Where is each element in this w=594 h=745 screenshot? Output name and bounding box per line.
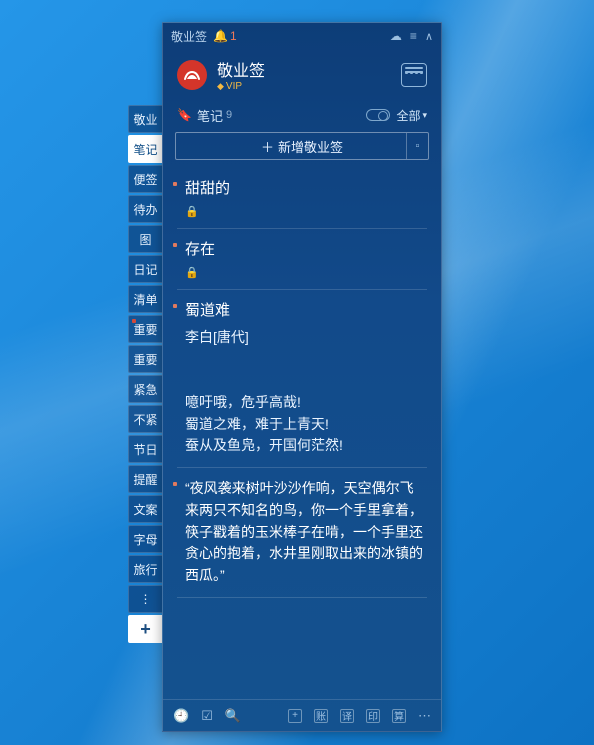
note-title: 甜甜的	[185, 178, 425, 199]
menu-icon[interactable]: ≡	[410, 29, 417, 43]
lock-icon: 🔒	[185, 266, 425, 279]
note-quote: “夜风袭来树叶沙沙作响，天空偶尔飞来两只不知名的鸟，你一个手里拿着，筷子戳着的玉…	[185, 478, 425, 586]
filter-dropdown[interactable]: 全部 ▾	[396, 107, 427, 124]
sidebar-item-15[interactable]: 旅行	[128, 555, 162, 583]
footer-btn-0[interactable]: 账	[314, 709, 328, 723]
section-bar: 🔖 笔记 9 全部 ▾	[163, 102, 441, 128]
chevron-down-icon: ▾	[422, 110, 427, 121]
sidebar-item-0[interactable]: 敬业	[128, 105, 162, 133]
sidebar-item-14[interactable]: 字母	[128, 525, 162, 553]
footer-toolbar: 🕘 ☑ 🔍 + 账 译 印 算 ⋯	[163, 699, 441, 731]
note-body: 李白[唐代] 噫吁哦，危乎高哉! 蜀道之难，难于上青天! 蚕从及鱼凫，开国何茫然…	[185, 327, 425, 457]
note-item[interactable]: 蜀道难 李白[唐代] 噫吁哦，危乎高哉! 蜀道之难，难于上青天! 蚕从及鱼凫，开…	[177, 290, 427, 468]
sync-icon[interactable]: ☁	[390, 29, 402, 43]
sidebar-item-8[interactable]: 重要	[128, 345, 162, 373]
sidebar-item-7[interactable]: 重要	[128, 315, 162, 343]
sidebar-item-12[interactable]: 提醒	[128, 465, 162, 493]
sidebar-add[interactable]: +	[128, 615, 162, 643]
history-icon[interactable]: 🕘	[173, 708, 189, 724]
bell-icon[interactable]: 🔔	[213, 29, 228, 43]
sidebar-item-1[interactable]: 笔记	[128, 135, 162, 163]
footer-btn-1[interactable]: 译	[340, 709, 354, 723]
footer-btn-2[interactable]: 印	[366, 709, 380, 723]
note-title: 蜀道难	[185, 300, 425, 321]
sidebar-item-10[interactable]: 不紧	[128, 405, 162, 433]
sidebar-item-2[interactable]: 便签	[128, 165, 162, 193]
sidebar-item-6[interactable]: 清单	[128, 285, 162, 313]
note-item[interactable]: 甜甜的 🔒	[177, 168, 427, 229]
category-sidebar: 敬业 笔记 便签 待办 图 日记 清单 重要 重要 紧急 不紧 节日 提醒 文案…	[128, 105, 162, 645]
vip-badge: VIP	[217, 81, 265, 92]
app-header: 敬业签 VIP	[163, 49, 441, 102]
app-window: 敬业签 🔔 1 ☁ ≡ ∧ 敬业签 VIP 🔖 笔记 9 全部 ▾	[162, 22, 442, 732]
sidebar-item-9[interactable]: 紧急	[128, 375, 162, 403]
section-label: 笔记	[197, 106, 223, 125]
collapse-icon[interactable]: ∧	[425, 30, 433, 43]
note-item[interactable]: “夜风袭来树叶沙沙作响，天空偶尔飞来两只不知名的鸟，你一个手里拿着，筷子戳着的玉…	[177, 468, 427, 597]
footer-btn-3[interactable]: 算	[392, 709, 406, 723]
calendar-icon[interactable]	[401, 63, 427, 87]
note-title: 存在	[185, 239, 425, 260]
add-footer-button[interactable]: +	[288, 709, 302, 723]
search-icon[interactable]: 🔍	[225, 708, 241, 724]
sidebar-item-5[interactable]: 日记	[128, 255, 162, 283]
notes-list[interactable]: 甜甜的 🔒 存在 🔒 蜀道难 李白[唐代] 噫吁哦，危乎高哉! 蜀道之难，难于上…	[163, 168, 441, 699]
notification-count: 1	[230, 29, 237, 43]
add-note-button[interactable]: ＋ 新增敬业签 ▫	[175, 132, 429, 160]
sidebar-item-13[interactable]: 文案	[128, 495, 162, 523]
app-logo-icon	[177, 60, 207, 90]
view-toggle[interactable]	[366, 109, 390, 121]
checklist-icon[interactable]: ☑	[201, 708, 213, 724]
note-item[interactable]: 存在 🔒	[177, 229, 427, 290]
sidebar-more[interactable]: ⋮	[128, 585, 162, 613]
titlebar-title: 敬业签	[171, 28, 207, 45]
add-note-more[interactable]: ▫	[406, 133, 428, 159]
footer-more-icon[interactable]: ⋯	[418, 708, 431, 724]
sidebar-item-4[interactable]: 图	[128, 225, 162, 253]
lock-icon: 🔒	[185, 205, 425, 218]
app-name: 敬业签	[217, 57, 265, 81]
bookmark-icon: 🔖	[177, 108, 192, 122]
sidebar-item-3[interactable]: 待办	[128, 195, 162, 223]
titlebar: 敬业签 🔔 1 ☁ ≡ ∧	[163, 23, 441, 49]
section-count: 9	[226, 109, 232, 121]
sidebar-item-11[interactable]: 节日	[128, 435, 162, 463]
plus-icon: ＋	[261, 137, 274, 156]
